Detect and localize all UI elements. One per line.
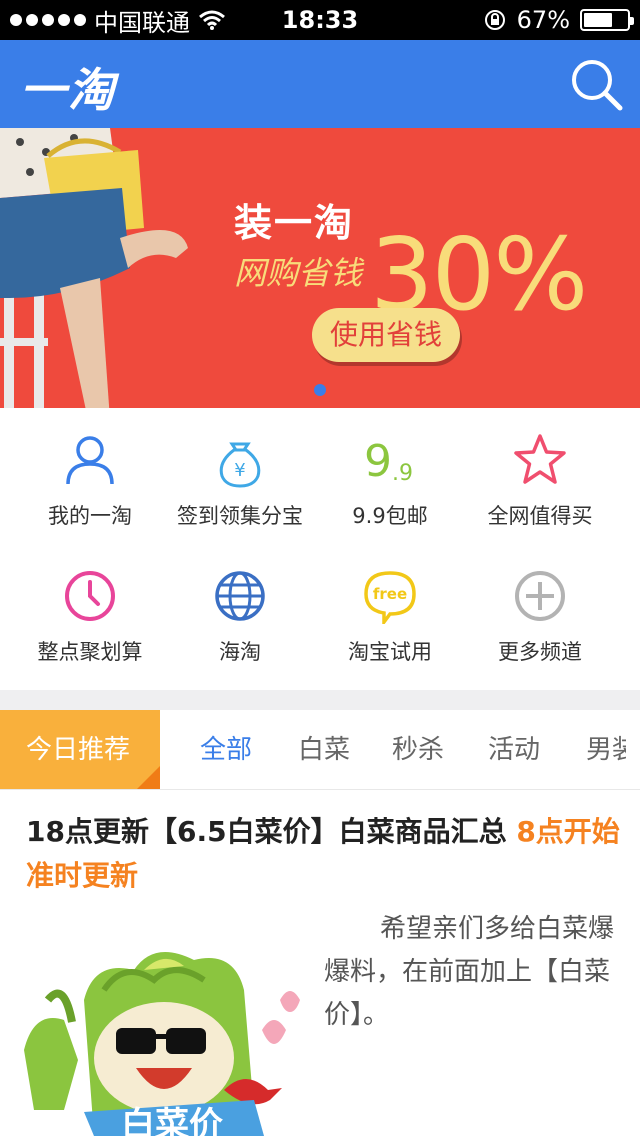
free-bubble-icon: free	[364, 571, 416, 624]
status-bar: 中国联通 18:33 67%	[0, 0, 640, 40]
tab-events[interactable]: 活动	[488, 710, 540, 789]
grid-item-label: 海淘	[219, 640, 261, 664]
plus-circle-icon	[515, 571, 565, 621]
use-savings-button[interactable]: 使用省钱	[312, 308, 460, 362]
grid-item-label: 全网值得买	[487, 504, 593, 528]
article-body-text: 希望亲们多给白菜爆爆料，在前面加上【白菜价】。	[324, 914, 615, 1030]
banner-model-image	[0, 128, 188, 408]
svg-text:free: free	[373, 585, 407, 603]
status-right: 67%	[483, 0, 634, 40]
today-recommend-text: 今日推荐	[26, 735, 131, 765]
baicai-mascot-image[interactable]: 白菜价	[24, 940, 304, 1136]
rotation-lock-icon	[484, 10, 505, 30]
tab-flash-sale[interactable]: 秒杀	[392, 710, 444, 789]
money-bag-icon: ¥	[219, 442, 261, 488]
battery-icon	[580, 9, 634, 31]
clock-icon	[65, 571, 115, 621]
svg-text:9: 9	[364, 436, 392, 487]
grid-item-label: 我的一淘	[48, 504, 132, 528]
tab-all[interactable]: 全部	[200, 710, 252, 789]
grid-item-taobao-trial[interactable]: free 淘宝试用	[310, 544, 470, 664]
grid-item-nine-nine[interactable]: 9 .9 9.9包邮	[310, 408, 470, 528]
category-tabs: 今日推荐 全部 白菜 秒杀 活动 男装	[0, 710, 640, 790]
tab-menswear[interactable]: 男装	[586, 710, 626, 789]
grid-item-label: 淘宝试用	[348, 640, 432, 664]
channel-grid: 我的一淘 ¥ 签到领集分宝 9 .9 9.9包邮 全网值得买 整点聚划算 海淘 …	[0, 408, 640, 690]
grid-item-my-yitao[interactable]: 我的一淘	[10, 408, 170, 528]
svg-text:¥: ¥	[234, 460, 245, 481]
svg-text:.9: .9	[392, 461, 413, 486]
search-icon[interactable]	[568, 56, 624, 112]
article-title[interactable]: 18点更新【6.5白菜价】白菜商品汇总 8点开始准时更新	[26, 810, 622, 898]
article-body: 希望亲们多给白菜爆爆料，在前面加上【白菜价】。	[324, 908, 614, 1037]
section-divider	[0, 690, 640, 710]
grid-item-hourly-deals[interactable]: 整点聚划算	[10, 544, 170, 664]
grid-item-label: 更多频道	[498, 640, 582, 664]
banner-title: 装一淘	[234, 201, 355, 245]
tab-baicai[interactable]: 白菜	[298, 710, 350, 789]
battery-percent: 67%	[516, 6, 570, 34]
grid-item-label: 9.9包邮	[352, 504, 428, 528]
grid-item-sign-in[interactable]: ¥ 签到领集分宝	[160, 408, 320, 528]
app-logo[interactable]: 一淘	[20, 54, 116, 120]
grid-item-haitao[interactable]: 海淘	[160, 544, 320, 664]
grid-item-worth-buying[interactable]: 全网值得买	[460, 408, 620, 528]
article-title-main: 18点更新【6.5白菜价】白菜商品汇总	[26, 815, 517, 848]
today-recommend-label: 今日推荐	[0, 710, 160, 789]
nine-nine-icon: 9 .9	[364, 436, 413, 487]
user-icon	[66, 436, 114, 485]
corner-decoration	[136, 766, 160, 789]
promo-banner[interactable]: 装一淘 网购省钱 30% 使用省钱	[0, 128, 640, 408]
grid-item-more-channels[interactable]: 更多频道	[460, 544, 620, 664]
mascot-ribbon-text: 白菜价	[121, 1105, 223, 1136]
globe-icon	[215, 571, 265, 621]
grid-item-label: 整点聚划算	[37, 640, 143, 664]
banner-page-indicator[interactable]	[314, 384, 326, 396]
nav-bar: 一淘	[0, 40, 640, 128]
star-icon	[514, 434, 566, 484]
banner-subtitle: 网购省钱	[234, 254, 363, 292]
grid-item-label: 签到领集分宝	[177, 504, 303, 528]
